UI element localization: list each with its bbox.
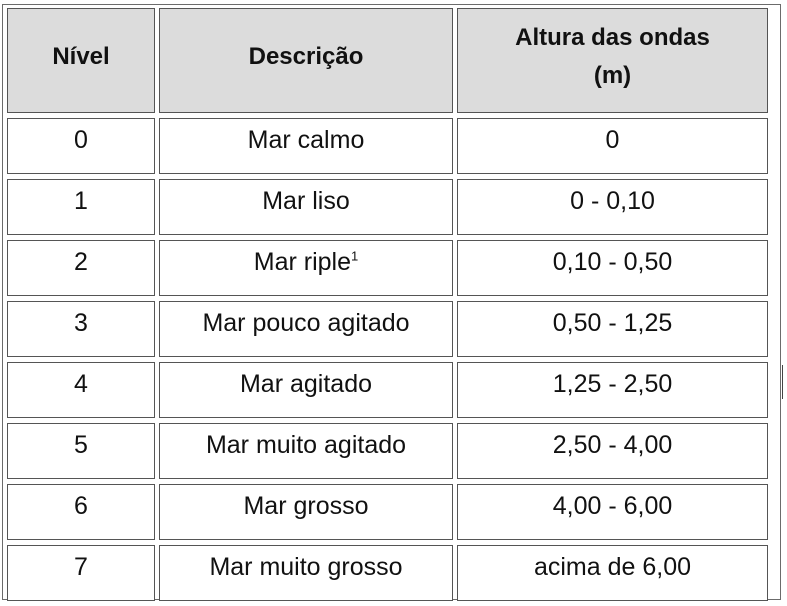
description-cell: Mar riple1 <box>159 240 453 296</box>
description-cell: Mar agitado <box>159 362 453 418</box>
level-cell: 4 <box>7 362 155 418</box>
height-cell: 0 - 0,10 <box>457 179 768 235</box>
description-cell: Mar liso <box>159 179 453 235</box>
header-level: Nível <box>7 8 155 113</box>
height-cell: acima de 6,00 <box>457 545 768 601</box>
header-level-text: Nível <box>52 42 110 70</box>
header-wave-height-line1: Altura das ondas <box>515 23 710 51</box>
level-cell: 2 <box>7 240 155 296</box>
description-cell: Mar pouco agitado <box>159 301 453 357</box>
table-row: 7 Mar muito grosso acima de 6,00 <box>7 545 768 601</box>
level-cell: 0 <box>7 118 155 174</box>
height-cell: 1,25 - 2,50 <box>457 362 768 418</box>
table-row: 1 Mar liso 0 - 0,10 <box>7 179 768 235</box>
header-row: Nível Descrição Altura das ondas (m) <box>7 8 768 113</box>
description-cell: Mar calmo <box>159 118 453 174</box>
description-cell: Mar grosso <box>159 484 453 540</box>
header-wave-height-text: Altura das ondas (m) <box>515 19 710 103</box>
level-cell: 1 <box>7 179 155 235</box>
description-text: Mar riple <box>253 247 351 276</box>
level-cell: 3 <box>7 301 155 357</box>
header-wave-height: Altura das ondas (m) <box>457 8 768 113</box>
table-row: 6 Mar grosso 4,00 - 6,00 <box>7 484 768 540</box>
height-cell: 2,50 - 4,00 <box>457 423 768 479</box>
header-wave-height-line2: (m) <box>593 61 632 89</box>
edge-divider <box>782 365 783 399</box>
table-row: 3 Mar pouco agitado 0,50 - 1,25 <box>7 301 768 357</box>
table-row: 0 Mar calmo 0 <box>7 118 768 174</box>
wave-height-table: Nível Descrição Altura das ondas (m) 0 M… <box>3 3 772 606</box>
header-description: Descrição <box>159 8 453 113</box>
height-cell: 0,50 - 1,25 <box>457 301 768 357</box>
description-cell: Mar muito agitado <box>159 423 453 479</box>
footnote-marker: 1 <box>351 248 359 264</box>
table-row: 4 Mar agitado 1,25 - 2,50 <box>7 362 768 418</box>
header-description-text: Descrição <box>248 42 364 70</box>
level-cell: 7 <box>7 545 155 601</box>
description-cell: Mar muito grosso <box>159 545 453 601</box>
level-cell: 6 <box>7 484 155 540</box>
table-row: 2 Mar riple1 0,10 - 0,50 <box>7 240 768 296</box>
table-row: 5 Mar muito agitado 2,50 - 4,00 <box>7 423 768 479</box>
level-cell: 5 <box>7 423 155 479</box>
height-cell: 0,10 - 0,50 <box>457 240 768 296</box>
height-cell: 4,00 - 6,00 <box>457 484 768 540</box>
height-cell: 0 <box>457 118 768 174</box>
table-frame: Nível Descrição Altura das ondas (m) 0 M… <box>2 4 781 601</box>
